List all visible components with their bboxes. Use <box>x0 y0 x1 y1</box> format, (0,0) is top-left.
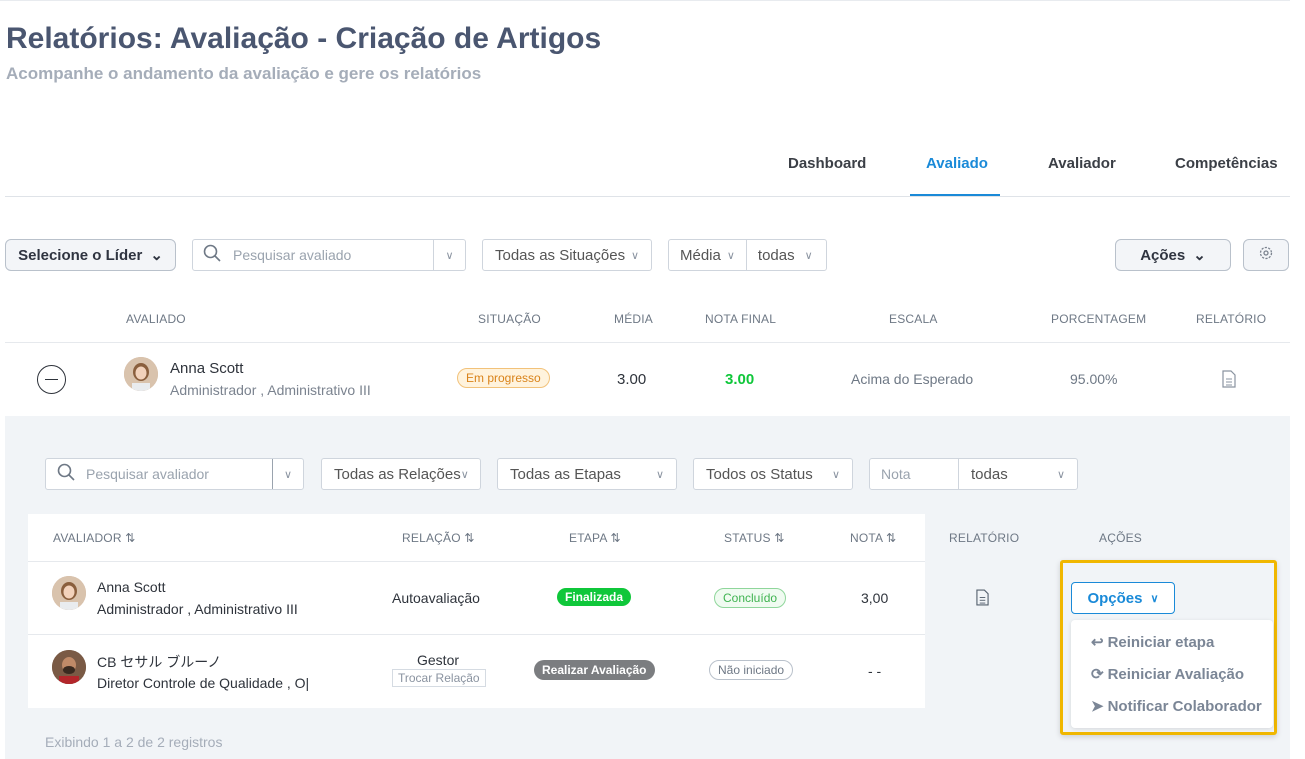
change-relation-button[interactable]: Trocar Relação <box>392 669 486 687</box>
col-relatorio: RELATÓRIO <box>949 531 1020 545</box>
media-value-select[interactable]: todas ∨ <box>747 247 824 264</box>
avatar <box>52 576 86 610</box>
options-menu: ↩ Reiniciar etapa ⟳ Reiniciar Avaliação … <box>1071 620 1273 728</box>
status-badge: Concluído <box>714 588 787 608</box>
situations-select[interactable]: Todas as Situações ∨ <box>482 239 652 271</box>
actions-button[interactable]: Ações ⌄ <box>1115 239 1231 271</box>
paper-plane-icon: ➤ <box>1091 698 1104 715</box>
header-divider <box>5 342 1290 343</box>
media-filter[interactable]: Média ∨ todas ∨ <box>668 239 827 271</box>
chevron-down-icon: ∨ <box>1150 592 1159 605</box>
evaluee-name: Anna Scott <box>170 360 244 377</box>
nota-value: 3,00 <box>861 590 889 606</box>
chevron-down-icon: ∨ <box>630 249 639 262</box>
avatar <box>124 357 158 391</box>
col-nota[interactable]: NOTA ⇅ <box>850 531 896 545</box>
chevron-down-icon: ∨ <box>804 249 813 262</box>
search-dropdown-toggle[interactable]: ∨ <box>272 459 303 489</box>
col-avaliado: AVALIADO <box>126 312 186 326</box>
chevron-down-icon: ∨ <box>655 468 664 481</box>
stage-badge: Finalizada <box>557 588 632 606</box>
avatar <box>52 650 86 684</box>
chevron-down-icon: ∨ <box>726 249 735 262</box>
col-etapa[interactable]: ETAPA ⇅ <box>569 531 621 545</box>
gear-icon <box>1258 245 1274 265</box>
media-value: 3.00 <box>617 371 647 388</box>
page-title: Relatórios: Avaliação - Criação de Artig… <box>6 22 602 55</box>
col-escala: ESCALA <box>889 312 938 326</box>
sort-icon[interactable]: ⇅ <box>610 531 620 545</box>
search-icon <box>57 463 75 485</box>
refresh-icon: ⟳ <box>1091 666 1104 683</box>
tab-avaliado[interactable]: Avaliado <box>926 155 988 172</box>
nota-filter[interactable]: Nota todas ∨ <box>869 458 1078 490</box>
nota-final-value: 3.00 <box>725 371 755 388</box>
sort-icon[interactable]: ⇅ <box>125 531 135 545</box>
status-badge: Não iniciado <box>709 660 794 680</box>
evaluator-role: Administrador , Administrativo III <box>97 601 298 617</box>
nota-value: - - <box>868 663 882 679</box>
tab-competencias[interactable]: Competências <box>1175 155 1278 172</box>
col-relacao[interactable]: RELAÇÃO ⇅ <box>402 531 475 545</box>
reply-icon: ↩ <box>1091 634 1104 651</box>
evaluator-role: Diretor Controle de Qualidade , O| <box>97 675 310 691</box>
media-select[interactable]: Média ∨ <box>669 240 747 270</box>
status-badge: Em progresso <box>457 368 550 388</box>
col-media: MÉDIA <box>614 312 654 326</box>
col-status[interactable]: STATUS ⇅ <box>724 531 785 545</box>
active-tab-indicator <box>910 194 1000 196</box>
menu-item-notify-collaborator[interactable]: ➤ Notificar Colaborador <box>1091 697 1262 716</box>
nota-value-select[interactable]: todas ∨ <box>959 466 1077 483</box>
col-acoes: AÇÕES <box>1099 531 1143 545</box>
sort-icon[interactable]: ⇅ <box>774 531 784 545</box>
relation-value: Gestor <box>417 652 460 668</box>
relation-value: Autoavaliação <box>392 590 480 606</box>
sort-icon[interactable]: ⇅ <box>464 531 474 545</box>
stages-select[interactable]: Todas as Etapas ∨ <box>497 458 677 490</box>
sub-header-divider <box>28 561 925 562</box>
menu-item-restart-evaluation[interactable]: ⟳ Reiniciar Avaliação <box>1091 665 1244 684</box>
chevron-down-icon: ∨ <box>460 468 469 481</box>
page-subtitle: Acompanhe o andamento da avaliação e ger… <box>6 64 482 83</box>
menu-item-restart-stage[interactable]: ↩ Reiniciar etapa <box>1091 633 1214 652</box>
col-avaliador[interactable]: AVALIADOR ⇅ <box>53 531 136 545</box>
search-avaliador-input[interactable]: Pesquisar avaliador ∨ <box>45 458 304 490</box>
chevron-down-icon: ⌄ <box>1193 247 1206 264</box>
evaluator-name: CB セサル ブルーノ <box>97 654 222 670</box>
nota-input[interactable]: Nota <box>870 459 959 489</box>
chevron-down-icon: ∨ <box>1056 468 1065 481</box>
settings-button[interactable] <box>1243 239 1289 271</box>
col-porcentagem: PORCENTAGEM <box>1051 312 1147 326</box>
pagination-info: Exibindo 1 a 2 de 2 registros <box>45 734 223 750</box>
perform-evaluation-button[interactable]: Realizar Avaliação <box>534 660 655 680</box>
collapse-row-icon[interactable] <box>37 365 66 394</box>
search-icon <box>203 244 221 266</box>
evaluator-name: Anna Scott <box>97 579 166 595</box>
col-situacao: SITUAÇÃO <box>478 312 541 326</box>
leader-select[interactable]: Selecione o Líder ⌄ <box>5 239 176 271</box>
sort-icon[interactable]: ⇅ <box>886 531 896 545</box>
top-divider <box>0 0 1290 1</box>
tab-avaliador[interactable]: Avaliador <box>1048 155 1116 172</box>
report-document-icon[interactable] <box>976 589 989 611</box>
row-divider <box>28 634 925 635</box>
relations-select[interactable]: Todas as Relações ∨ <box>321 458 481 490</box>
col-relatorio: RELATÓRIO <box>1196 312 1267 326</box>
status-select[interactable]: Todos os Status ∨ <box>693 458 853 490</box>
tab-bar: Dashboard Avaliado Avaliador Competência… <box>5 140 1290 197</box>
chevron-down-icon: ∨ <box>445 249 454 262</box>
report-document-icon[interactable] <box>1222 370 1236 393</box>
evaluee-role: Administrador , Administrativo III <box>170 382 371 398</box>
options-button[interactable]: Opções ∨ <box>1071 582 1175 614</box>
chevron-down-icon: ∨ <box>831 468 840 481</box>
search-dropdown-toggle[interactable]: ∨ <box>433 240 465 270</box>
chevron-down-icon: ∨ <box>283 468 293 481</box>
porcentagem-value: 95.00% <box>1070 371 1118 387</box>
chevron-down-icon: ⌄ <box>150 247 163 264</box>
tab-dashboard[interactable]: Dashboard <box>788 155 866 172</box>
search-avaliado-input[interactable]: Pesquisar avaliado ∨ <box>192 239 466 271</box>
escala-value: Acima do Esperado <box>851 371 974 387</box>
col-nota-final: NOTA FINAL <box>705 312 777 326</box>
